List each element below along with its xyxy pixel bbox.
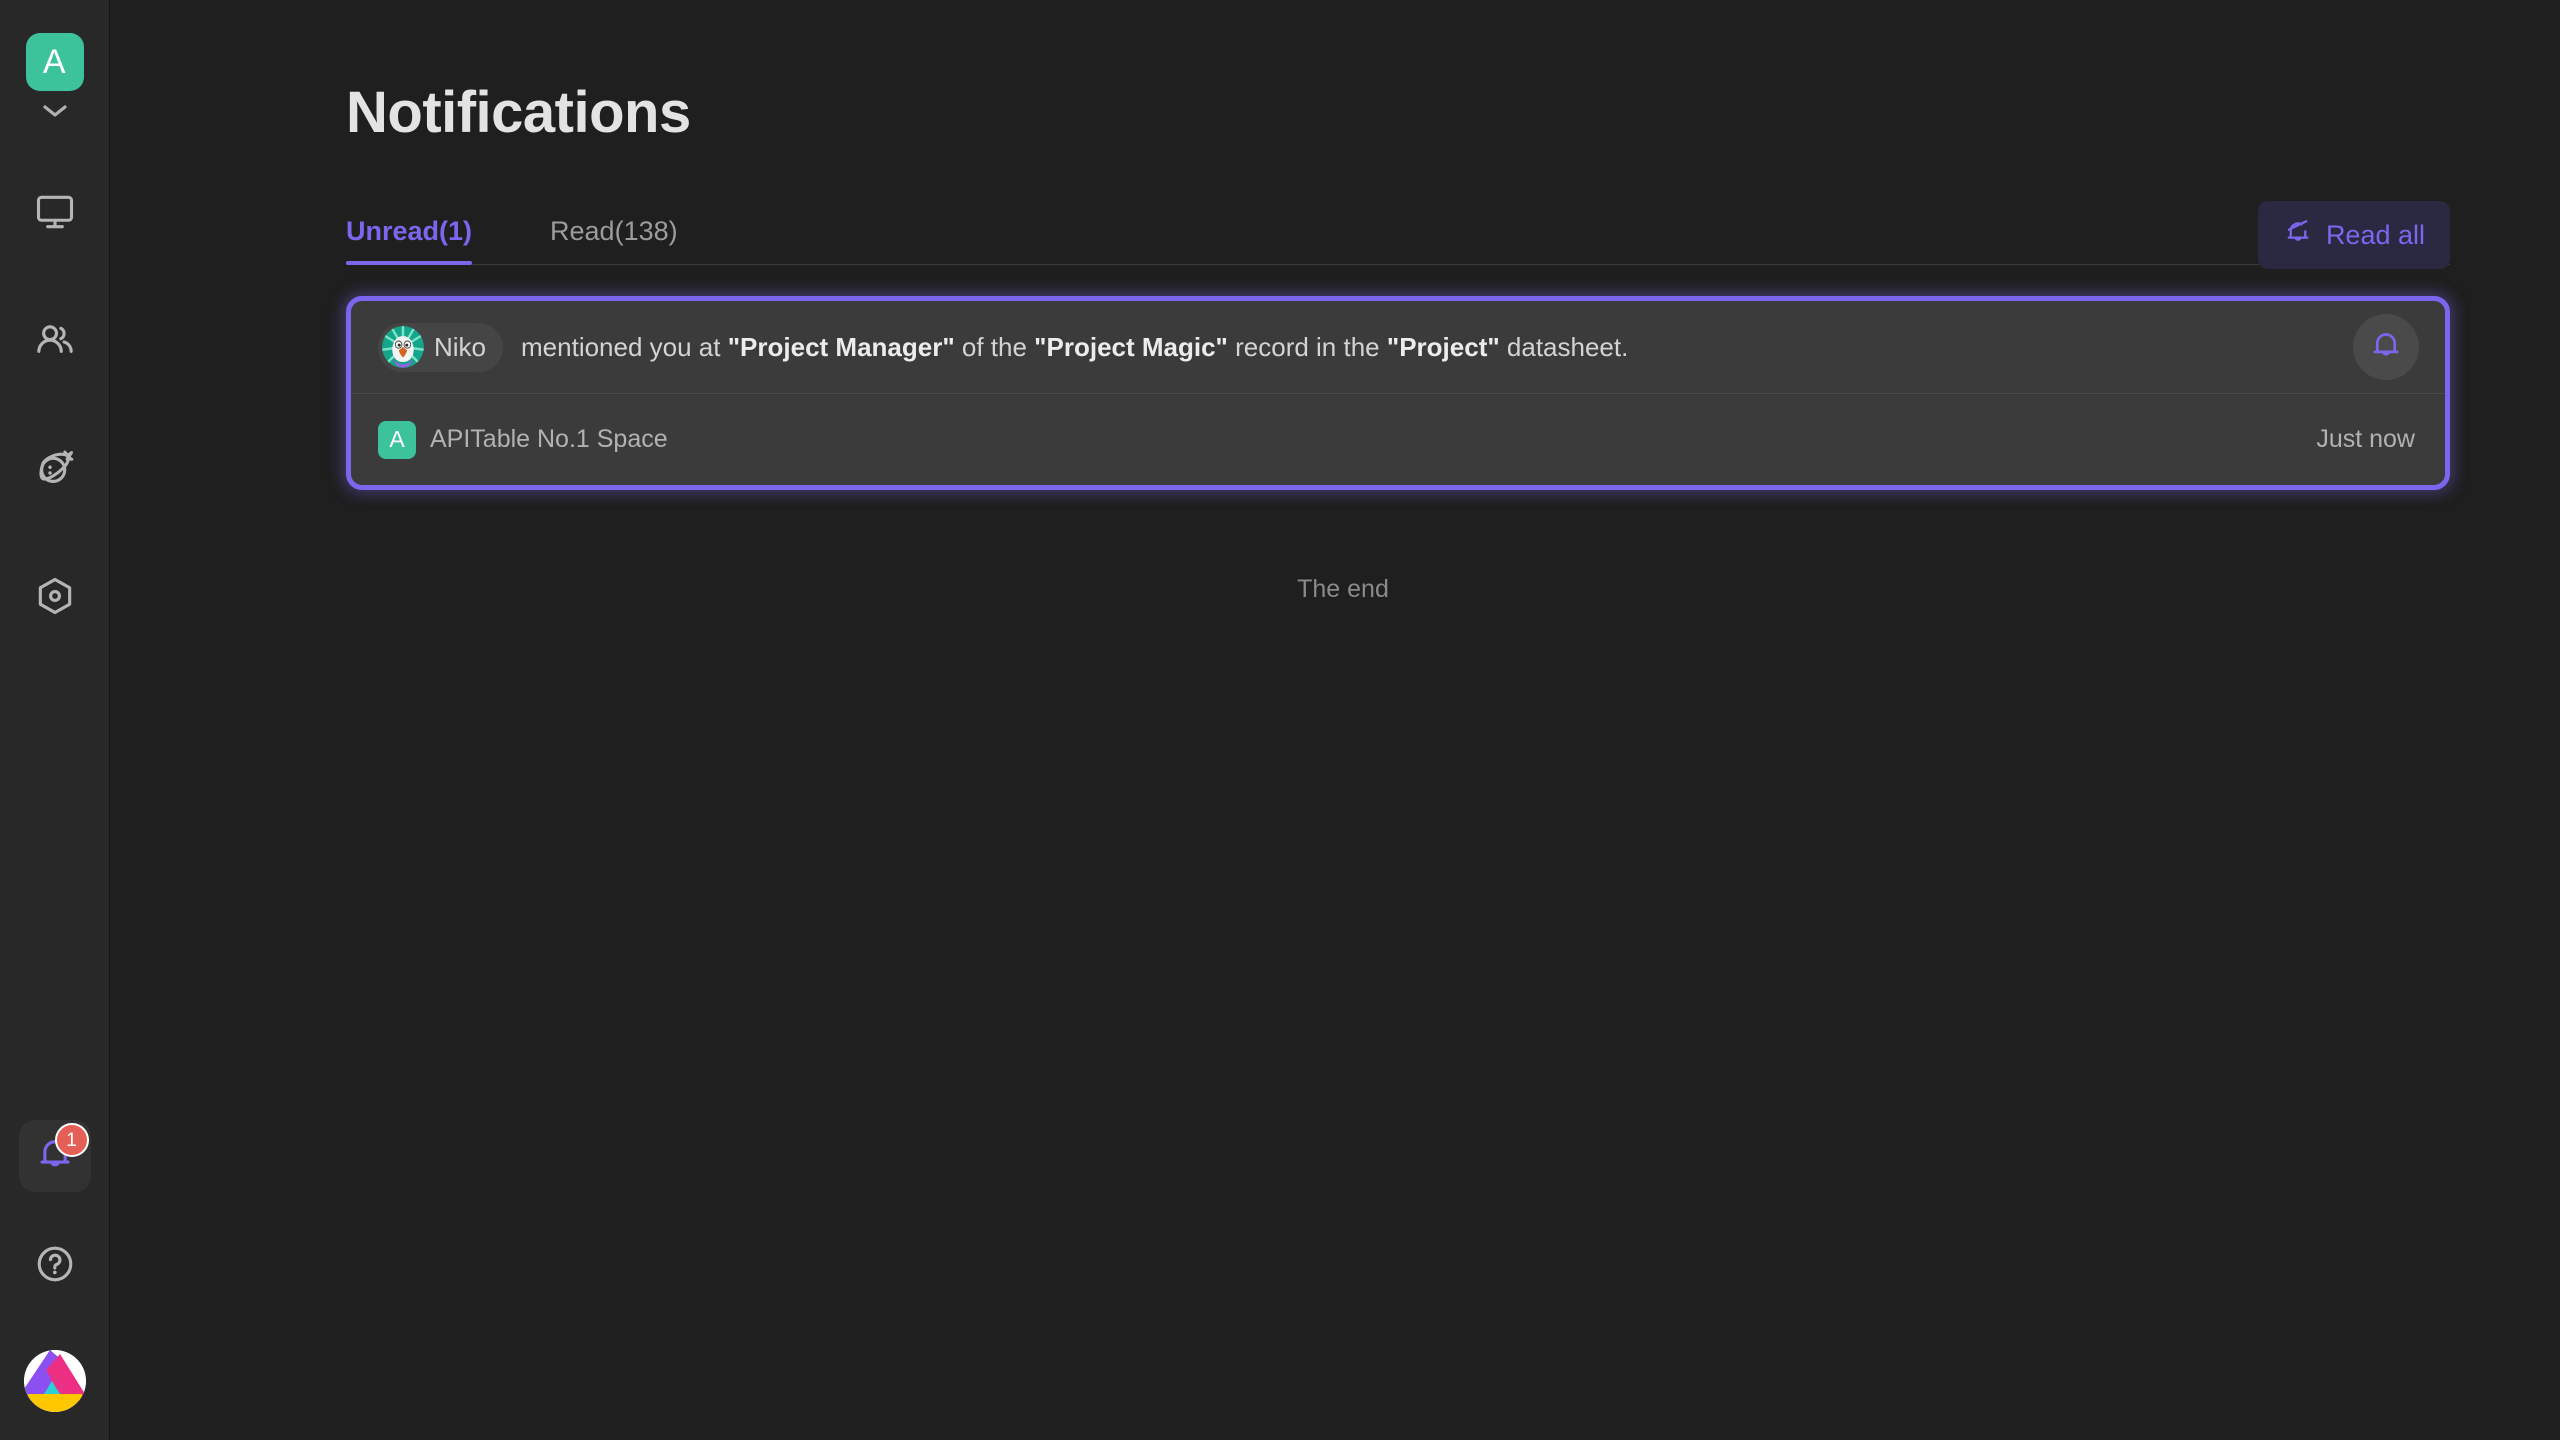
tab-read[interactable]: Read(138)	[550, 216, 678, 264]
sidebar-item-help[interactable]	[19, 1230, 91, 1302]
notification-card-top: Niko mentioned you at "Project Manager" …	[351, 301, 2445, 394]
sidebar-item-notifications[interactable]: 1	[18, 1120, 91, 1192]
msg-part-4: record in the	[1227, 331, 1387, 362]
page-title: Notifications	[346, 80, 691, 145]
chevron-down-icon[interactable]	[38, 100, 72, 122]
notification-user-chip[interactable]: Niko	[378, 322, 504, 372]
notification-message: mentioned you at "Project Manager" of th…	[521, 332, 2333, 363]
sidebar-item-address-book[interactable]	[19, 306, 91, 378]
sidebar-bottom-nav: 1	[0, 1120, 109, 1412]
read-all-label: Read all	[2325, 219, 2425, 250]
msg-part-0: mentioned you at	[521, 331, 728, 362]
question-circle-icon	[33, 1242, 77, 1291]
notification-user-name: Niko	[434, 331, 487, 362]
notification-badge: 1	[54, 1123, 89, 1157]
sidebar-nav	[19, 178, 91, 634]
workbench-monitor-icon	[33, 190, 77, 239]
notification-card-bottom: A APITable No.1 Space Just now	[351, 394, 2445, 485]
members-people-icon	[33, 318, 77, 367]
niko-bird-avatar	[382, 326, 424, 368]
tabs-bar: Unread(1) Read(138)	[346, 201, 2450, 265]
main-content: Notifications Unread(1) Read(138) Read a…	[110, 0, 2560, 1440]
sidebar: A 1	[0, 0, 110, 1440]
notification-space-name: APITable No.1 Space	[430, 425, 668, 453]
sidebar-item-space-explore[interactable]	[19, 434, 91, 506]
bell-icon	[2368, 327, 2404, 368]
sidebar-item-template-center[interactable]	[19, 562, 91, 634]
tab-unread[interactable]: Unread(1)	[346, 216, 473, 265]
msg-part-1: "Project Manager"	[727, 331, 955, 362]
space-avatar-small: A	[378, 420, 416, 459]
sidebar-item-workbench[interactable]	[19, 178, 91, 250]
notification-space[interactable]: A APITable No.1 Space	[378, 420, 668, 459]
msg-part-2: of the	[954, 331, 1035, 362]
bell-check-icon	[2283, 217, 2313, 254]
msg-part-5: "Project"	[1386, 331, 1500, 362]
planet-space-icon	[33, 446, 77, 495]
app-root: A 1 Notifications Unread(1) Read(138) Re…	[0, 0, 2560, 1440]
msg-part-6: datasheet.	[1499, 331, 1629, 362]
msg-part-3: "Project Magic"	[1034, 331, 1228, 362]
end-of-list-label: The end	[1297, 575, 1389, 603]
space-avatar[interactable]: A	[25, 33, 84, 91]
mark-as-read-button[interactable]	[2353, 314, 2419, 380]
notification-card[interactable]: Niko mentioned you at "Project Manager" …	[346, 296, 2450, 490]
apitable-logo-icon[interactable]	[23, 1350, 86, 1412]
read-all-button[interactable]: Read all	[2257, 201, 2450, 269]
hexagon-template-icon	[33, 574, 77, 623]
notification-time: Just now	[2316, 425, 2415, 453]
